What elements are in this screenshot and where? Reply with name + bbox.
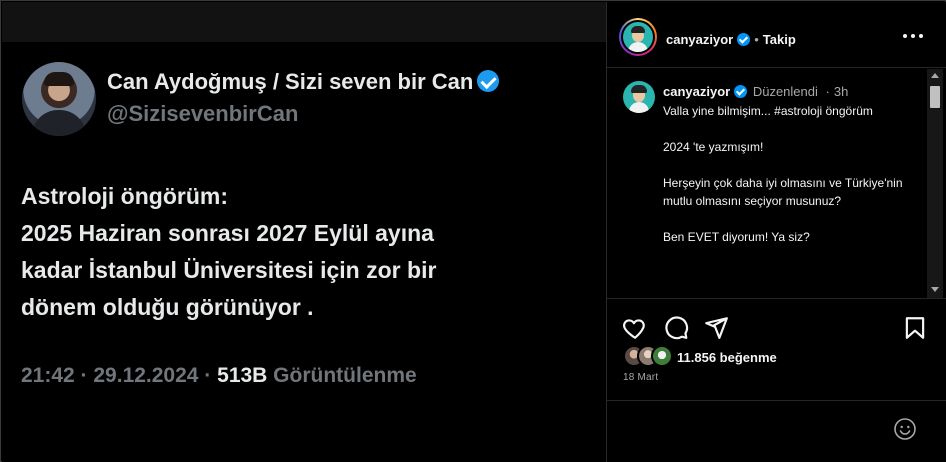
caption-user-row: canyaziyor Düzenlendi · 3h bbox=[663, 84, 848, 99]
caption-paragraph: 2024 'te yazmışım! bbox=[663, 140, 764, 154]
app-window: Can Aydoğmuş / Sizi seven bir Can @Sizis… bbox=[0, 0, 946, 462]
tweet-meta: 21:42 · 29.12.2024 · 513B Görüntülenme bbox=[21, 364, 417, 388]
header-username[interactable]: canyaziyor bbox=[666, 32, 733, 47]
tweet-timestamp: 21:42 · 29.12.2024 · bbox=[21, 364, 218, 387]
verified-icon bbox=[737, 33, 751, 46]
header-avatar[interactable] bbox=[619, 18, 657, 56]
header-user-row: canyaziyor • Takip bbox=[666, 32, 796, 47]
post-date[interactable]: 18 Mart bbox=[623, 372, 658, 383]
header-separator: • bbox=[754, 32, 759, 47]
heart-icon[interactable] bbox=[622, 315, 648, 341]
caption-area: canyaziyor Düzenlendi · 3h Valla yine bil… bbox=[607, 69, 927, 298]
tweet-handle: @SizisevenbirCan bbox=[107, 101, 299, 126]
divider bbox=[607, 298, 946, 299]
caption-scrollbar[interactable] bbox=[927, 69, 943, 298]
caption-paragraph: Herşeyin çok daha iyi olmasını ve Türkiy… bbox=[663, 176, 903, 208]
comment-icon[interactable] bbox=[663, 315, 689, 341]
save-icon[interactable] bbox=[902, 315, 928, 341]
edited-label: Düzenlendi bbox=[752, 84, 818, 99]
emoji-icon[interactable] bbox=[893, 417, 917, 441]
caption-avatar[interactable] bbox=[623, 81, 655, 113]
caption-separator: · bbox=[825, 84, 830, 99]
scroll-up-icon[interactable] bbox=[931, 73, 939, 78]
tweet-avatar bbox=[22, 62, 96, 136]
caption-text: Valla yine bilmişim... #astroloji öngörü… bbox=[663, 102, 918, 264]
share-icon[interactable] bbox=[703, 315, 729, 341]
divider bbox=[607, 400, 946, 401]
tweet-line: 2025 Haziran sonrası 2027 Eylül ayına bbox=[21, 220, 434, 246]
liker-avatar bbox=[651, 345, 673, 367]
verified-icon bbox=[734, 85, 748, 98]
likes-count[interactable]: 11.856 beğenme bbox=[677, 350, 777, 365]
instagram-panel: canyaziyor • Takip canyaziyor Düzenlendi ·… bbox=[607, 2, 946, 462]
tweet-views-count: 513B bbox=[217, 364, 268, 387]
follow-button[interactable]: Takip bbox=[763, 32, 796, 47]
tweet-views-label: Görüntülenme bbox=[267, 364, 417, 387]
top-strip bbox=[2, 2, 606, 42]
tweet-display-name: Can Aydoğmuş / Sizi seven bir Can bbox=[107, 69, 500, 95]
more-icon[interactable] bbox=[903, 32, 923, 42]
tweet-line: kadar İstanbul Üniversitesi için zor bir bbox=[21, 257, 437, 283]
tweet-text: Astroloji öngörüm: 2025 Haziran sonrası … bbox=[21, 178, 591, 326]
caption-time[interactable]: 3h bbox=[834, 84, 848, 99]
post-header: canyaziyor • Takip bbox=[607, 2, 946, 68]
caption-username[interactable]: canyaziyor bbox=[663, 84, 730, 99]
scroll-thumb[interactable] bbox=[930, 86, 940, 108]
tweet-line: dönem olduğu görünüyor . bbox=[21, 294, 314, 320]
verified-badge-icon bbox=[477, 70, 500, 92]
tweet-card: Can Aydoğmuş / Sizi seven bir Can @Sizis… bbox=[2, 42, 606, 462]
caption-paragraph: Ben EVET diyorum! Ya siz? bbox=[663, 230, 810, 244]
tweet-display-name-text: Can Aydoğmuş / Sizi seven bir Can bbox=[107, 69, 474, 94]
tweet-line: Astroloji öngörüm: bbox=[21, 183, 228, 209]
scroll-down-icon[interactable] bbox=[931, 287, 939, 292]
caption-paragraph: Valla yine bilmişim... #astroloji öngörü… bbox=[663, 104, 873, 118]
